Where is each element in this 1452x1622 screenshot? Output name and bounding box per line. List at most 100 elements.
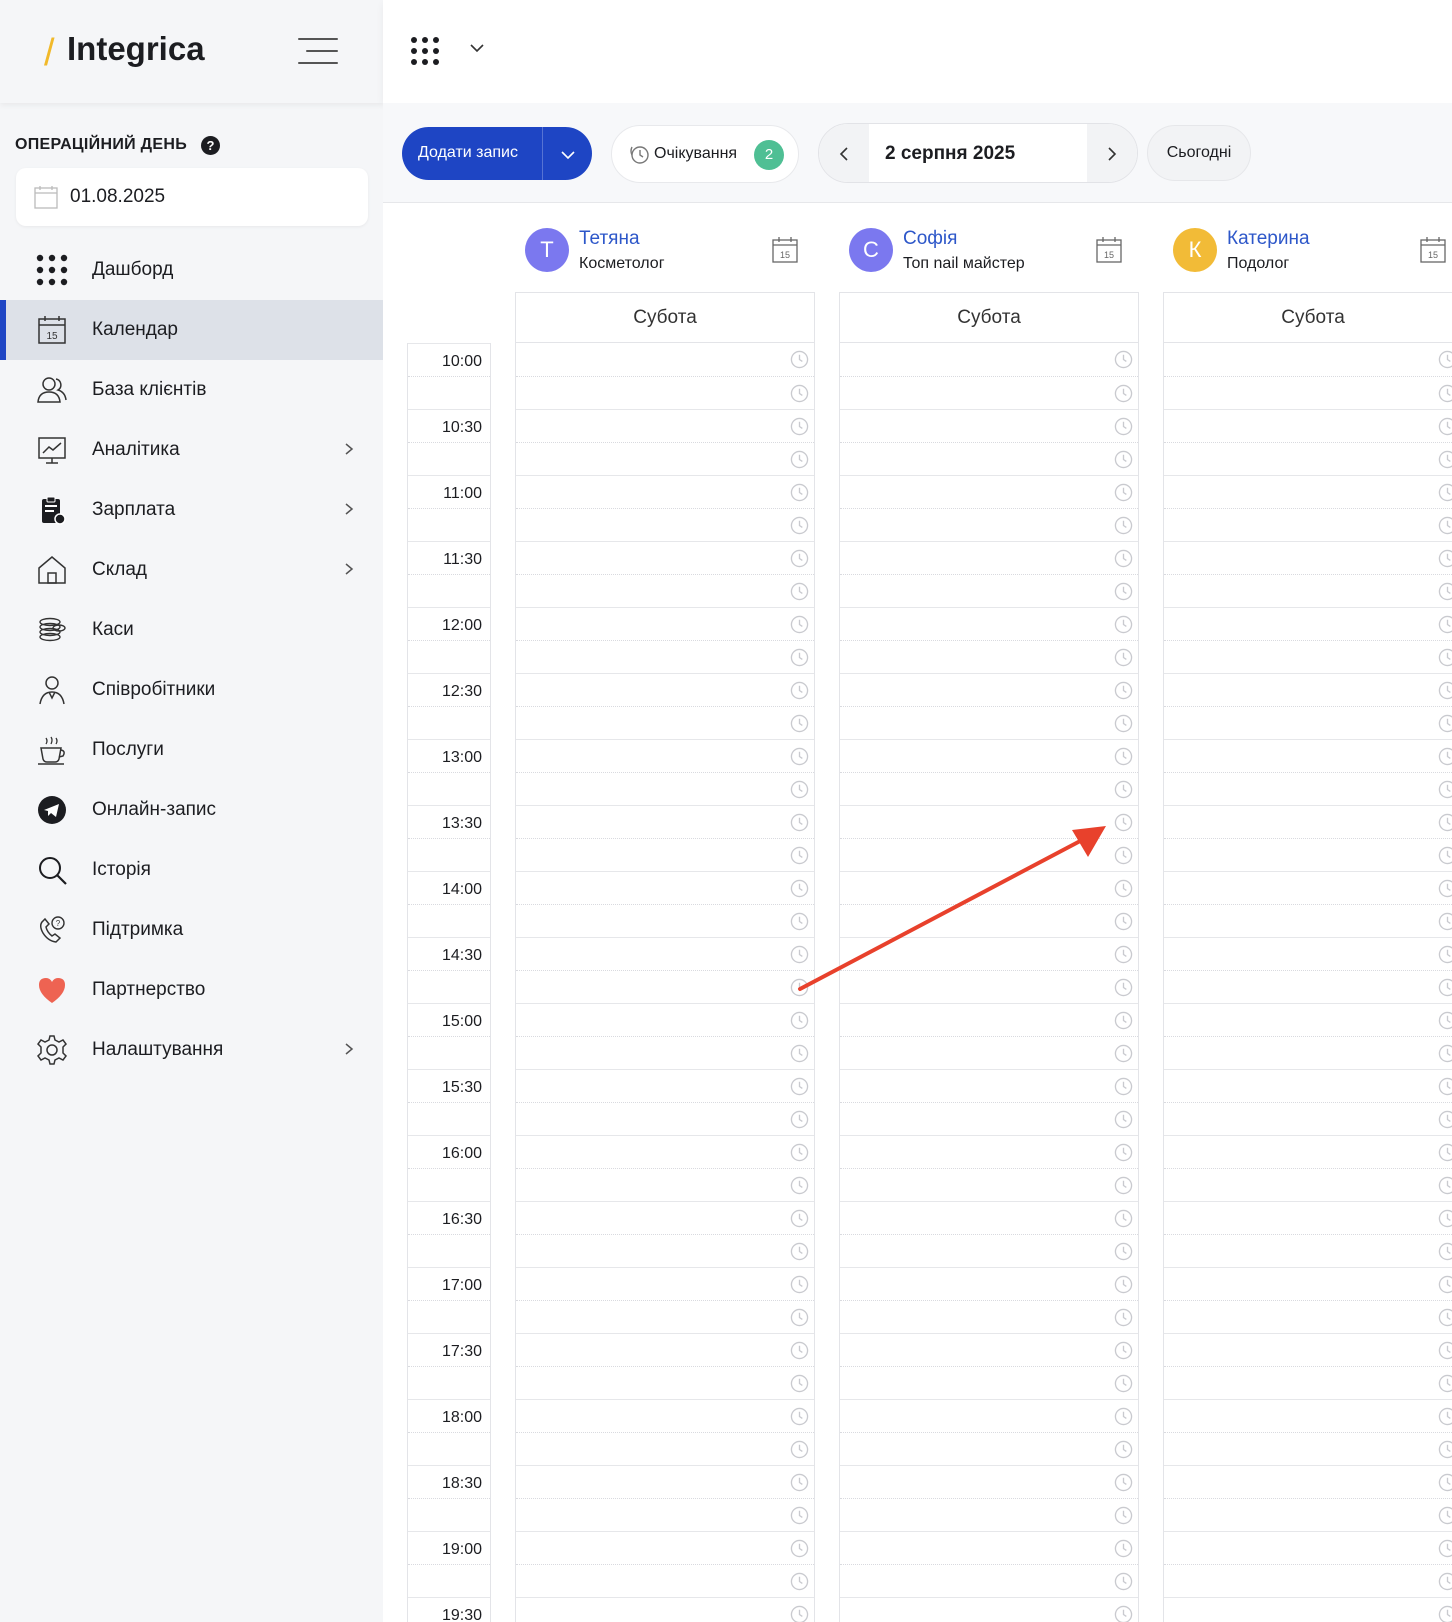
clock-icon[interactable] <box>1438 417 1452 436</box>
time-slot-cell[interactable] <box>516 442 814 475</box>
clock-icon[interactable] <box>1438 1605 1452 1622</box>
time-slot-cell[interactable] <box>840 871 1138 904</box>
clock-icon[interactable] <box>790 813 809 832</box>
time-slot-cell[interactable] <box>840 1597 1138 1622</box>
clock-icon[interactable] <box>1438 582 1452 601</box>
time-slot-cell[interactable] <box>516 1366 814 1399</box>
clock-icon[interactable] <box>1438 978 1452 997</box>
time-slot-cell[interactable] <box>516 640 814 673</box>
time-slot-cell[interactable] <box>1164 607 1452 640</box>
time-slot-cell[interactable] <box>1164 1564 1452 1597</box>
time-slot-cell[interactable] <box>1164 1036 1452 1069</box>
time-slot-cell[interactable] <box>1164 1597 1452 1622</box>
clock-icon[interactable] <box>790 945 809 964</box>
clock-icon[interactable] <box>790 648 809 667</box>
time-slot-cell[interactable] <box>516 541 814 574</box>
time-slot-cell[interactable] <box>1164 541 1452 574</box>
time-slot-cell[interactable] <box>840 1201 1138 1234</box>
clock-icon[interactable] <box>1114 483 1133 502</box>
clock-icon[interactable] <box>790 1440 809 1459</box>
time-slot-cell[interactable] <box>1164 1531 1452 1564</box>
clock-icon[interactable] <box>1438 945 1452 964</box>
clock-icon[interactable] <box>790 1407 809 1426</box>
clock-icon[interactable] <box>790 1506 809 1525</box>
clock-icon[interactable] <box>1114 681 1133 700</box>
clock-icon[interactable] <box>790 1374 809 1393</box>
time-slot-cell[interactable] <box>516 772 814 805</box>
time-slot-cell[interactable] <box>840 1498 1138 1531</box>
time-slot-cell[interactable] <box>516 1036 814 1069</box>
time-slot-cell[interactable] <box>1164 1069 1452 1102</box>
time-slot-cell[interactable] <box>516 805 814 838</box>
time-slot-cell[interactable] <box>516 409 814 442</box>
time-slot-cell[interactable] <box>1164 574 1452 607</box>
time-slot-cell[interactable] <box>516 1465 814 1498</box>
clock-icon[interactable] <box>1438 1308 1452 1327</box>
time-slot-cell[interactable] <box>840 574 1138 607</box>
sidebar-item-9[interactable]: Онлайн-запис <box>0 780 383 840</box>
clock-icon[interactable] <box>1438 384 1452 403</box>
clock-icon[interactable] <box>1114 1176 1133 1195</box>
clock-icon[interactable] <box>1114 978 1133 997</box>
chevron-down-icon[interactable] <box>560 149 576 161</box>
sidebar-item-0[interactable]: Дашборд <box>0 240 383 300</box>
clock-icon[interactable] <box>790 1308 809 1327</box>
clock-icon[interactable] <box>790 417 809 436</box>
time-slot-cell[interactable] <box>840 1366 1138 1399</box>
clock-icon[interactable] <box>1438 350 1452 369</box>
time-slot-cell[interactable] <box>840 838 1138 871</box>
sidebar-item-8[interactable]: Послуги <box>0 720 383 780</box>
time-slot-cell[interactable] <box>1164 343 1452 376</box>
clock-icon[interactable] <box>1438 1143 1452 1162</box>
clock-icon[interactable] <box>1438 879 1452 898</box>
clock-icon[interactable] <box>1114 1440 1133 1459</box>
clock-icon[interactable] <box>1114 714 1133 733</box>
time-slot-cell[interactable] <box>840 607 1138 640</box>
time-slot-cell[interactable] <box>1164 937 1452 970</box>
clock-icon[interactable] <box>1438 780 1452 799</box>
employee-calendar-icon[interactable]: 15 <box>1095 236 1123 264</box>
clock-icon[interactable] <box>1114 1275 1133 1294</box>
time-slot-cell[interactable] <box>840 343 1138 376</box>
help-icon[interactable]: ? <box>201 136 220 155</box>
clock-icon[interactable] <box>790 1011 809 1030</box>
clock-icon[interactable] <box>1114 945 1133 964</box>
time-slot-cell[interactable] <box>840 937 1138 970</box>
clock-icon[interactable] <box>1438 813 1452 832</box>
time-slot-cell[interactable] <box>1164 376 1452 409</box>
time-slot-cell[interactable] <box>1164 1366 1452 1399</box>
add-record-button[interactable]: Додати запис <box>402 127 592 180</box>
time-slot-cell[interactable] <box>516 1168 814 1201</box>
apps-grid-icon[interactable] <box>411 37 441 67</box>
time-slot-cell[interactable] <box>516 1498 814 1531</box>
clock-icon[interactable] <box>790 1176 809 1195</box>
clock-icon[interactable] <box>1114 516 1133 535</box>
time-slot-cell[interactable] <box>840 409 1138 442</box>
time-slot-cell[interactable] <box>516 1003 814 1036</box>
operational-day-input[interactable] <box>70 182 350 212</box>
time-slot-cell[interactable] <box>840 1168 1138 1201</box>
time-slot-cell[interactable] <box>840 475 1138 508</box>
time-slot-cell[interactable] <box>1164 508 1452 541</box>
clock-icon[interactable] <box>790 780 809 799</box>
time-slot-cell[interactable] <box>1164 838 1452 871</box>
clock-icon[interactable] <box>1114 1044 1133 1063</box>
sidebar-item-3[interactable]: Аналітика <box>0 420 383 480</box>
logo[interactable]: Integrica <box>67 30 205 68</box>
clock-icon[interactable] <box>790 1572 809 1591</box>
time-slot-cell[interactable] <box>516 871 814 904</box>
time-slot-cell[interactable] <box>516 1234 814 1267</box>
time-slot-cell[interactable] <box>1164 1399 1452 1432</box>
clock-icon[interactable] <box>790 912 809 931</box>
clock-icon[interactable] <box>1114 1539 1133 1558</box>
sidebar-item-11[interactable]: ? Підтримка <box>0 900 383 960</box>
clock-icon[interactable] <box>1438 483 1452 502</box>
time-slot-cell[interactable] <box>840 805 1138 838</box>
time-slot-cell[interactable] <box>840 1531 1138 1564</box>
time-slot-cell[interactable] <box>516 607 814 640</box>
time-slot-cell[interactable] <box>516 739 814 772</box>
menu-toggle-icon[interactable] <box>298 38 338 64</box>
clock-icon[interactable] <box>1438 846 1452 865</box>
clock-icon[interactable] <box>1114 1143 1133 1162</box>
clock-icon[interactable] <box>790 846 809 865</box>
